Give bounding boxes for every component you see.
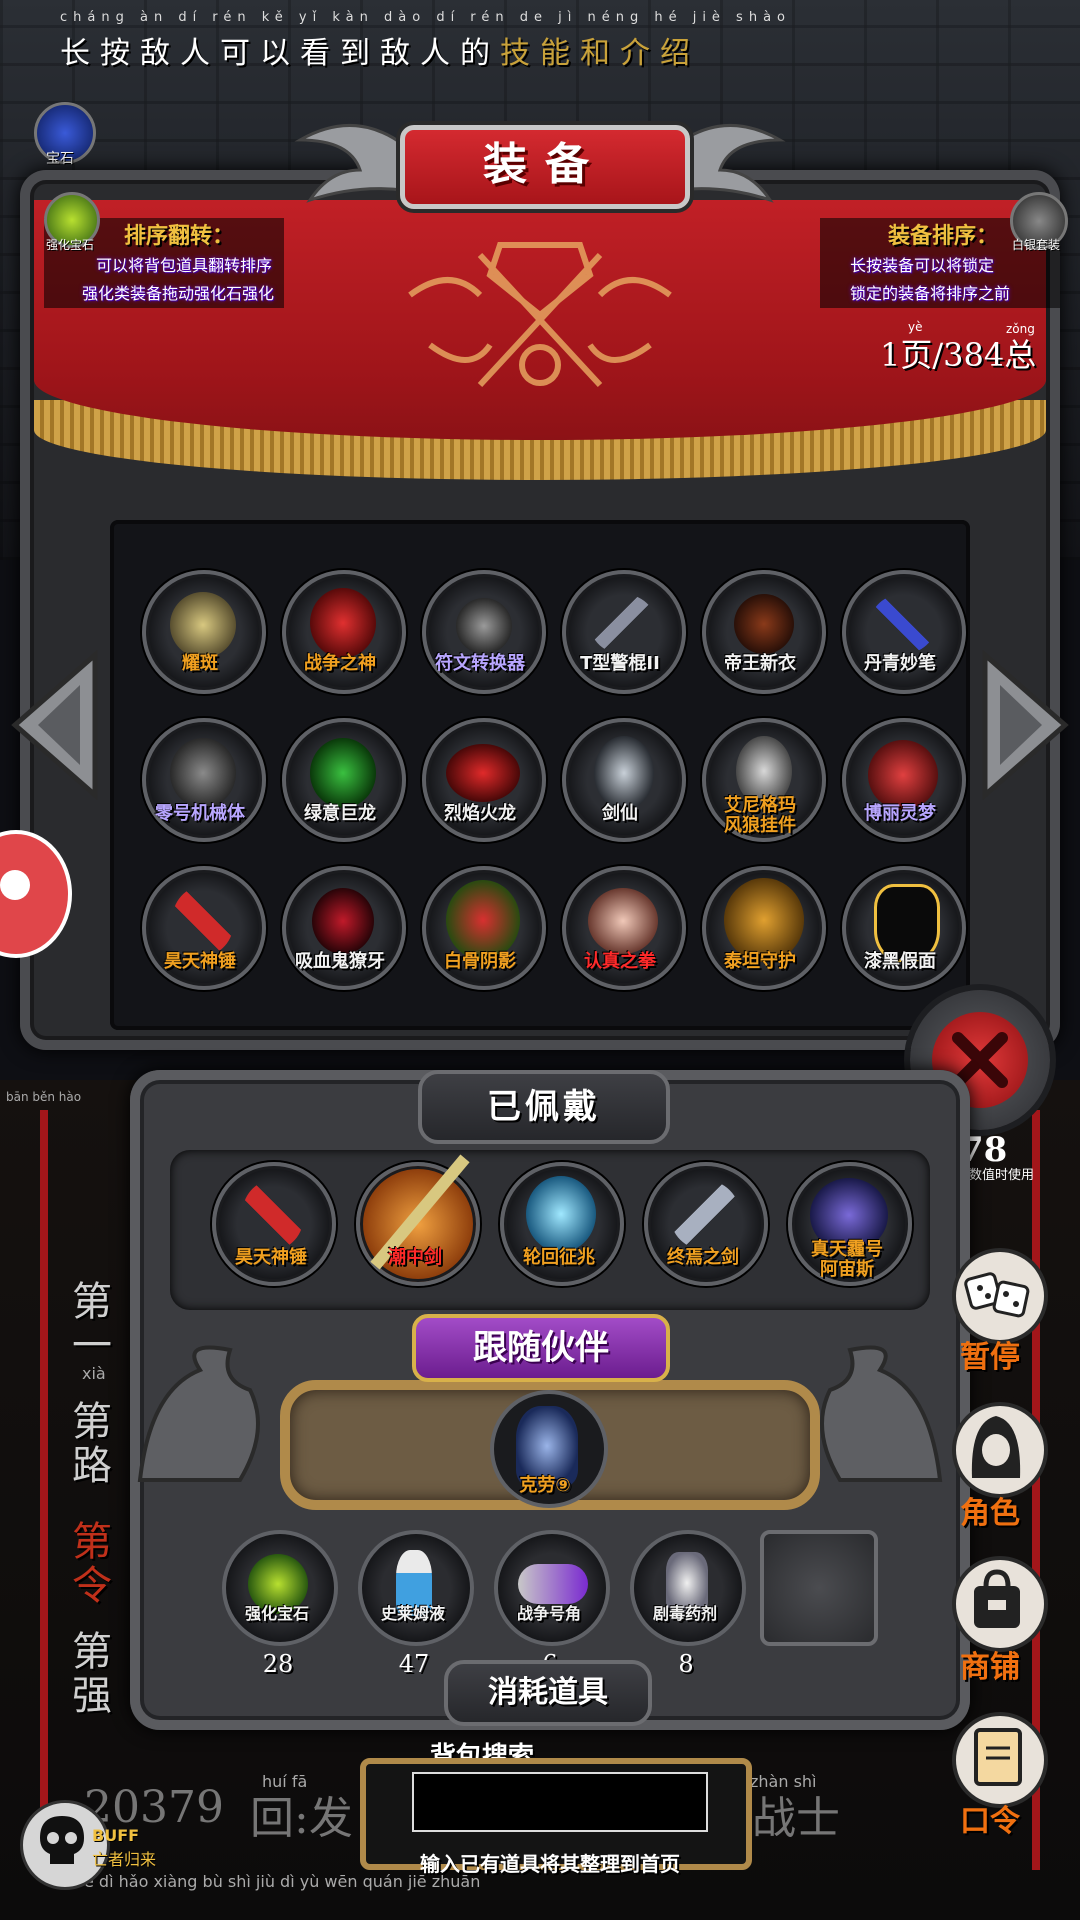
companion-name: 克劳⑨ <box>519 1475 571 1496</box>
inventory-item-name: 艾尼格玛 风狼挂件 <box>724 795 796 836</box>
search-input[interactable] <box>412 1772 708 1832</box>
search-hint: 输入已有道具将其整理到首页 <box>420 1852 680 1876</box>
pager-ruby-zong: zǒng <box>1006 322 1035 336</box>
bottom-reply: 回:发 <box>250 1793 353 1844</box>
consumable-count: 28 <box>262 1650 294 1678</box>
page-title: 装备 <box>483 139 607 190</box>
inventory-slot[interactable] <box>702 570 826 694</box>
consumable-slot[interactable] <box>358 1530 474 1646</box>
consumable-name: 史莱姆液 <box>380 1604 445 1623</box>
chapter-3[interactable]: 第令 <box>72 1520 120 1608</box>
chapter-1-ruby: xià <box>82 1364 106 1383</box>
equipped-title: 已佩戴 <box>418 1070 670 1144</box>
inventory-item-name: 烈焰火龙 <box>444 803 516 824</box>
consumable-name: 剧毒药剂 <box>652 1604 717 1623</box>
inventory-item-name: 吸血鬼獠牙 <box>295 951 385 972</box>
inventory-slot[interactable] <box>142 570 266 694</box>
shop-bag-icon <box>974 1569 1020 1628</box>
sort-flip-line1: 可以将背包道具翻转排序 <box>96 256 273 275</box>
profile-icon <box>0 870 30 900</box>
inventory-item-name: 昊天神锤 <box>164 951 236 972</box>
inventory-item-name: 零号机械体 <box>155 803 245 824</box>
role-label[interactable]: 角色 <box>940 1488 1040 1532</box>
gem-label: 宝石 <box>46 151 74 167</box>
enhance-gem-label: 强化宝石 <box>46 238 95 252</box>
bottom-warrior: 战士 <box>752 1793 840 1844</box>
tip-pinyin: cháng àn dí rén kě yǐ kàn dào dí rén de … <box>60 10 791 25</box>
chapter-pinyin: bān běn hào <box>6 1090 82 1104</box>
inventory-item-name: 漆黑假面 <box>864 951 936 972</box>
sort-flip-line2: 强化类装备拖动强化石强化 <box>82 284 275 303</box>
equipped-item-name: 真天霾号 阿宙斯 <box>811 1239 883 1280</box>
equipped-item-name: 轮回征兆 <box>523 1247 595 1268</box>
pager-ruby-ye: yè <box>908 320 923 334</box>
inventory-item-name: 耀斑 <box>182 653 218 674</box>
equipped-item-name: 昊天神锤 <box>235 1247 307 1268</box>
next-page-arrow[interactable] <box>980 650 1070 800</box>
tip-text: 长按敌人可以看到敌人的技能和介绍 <box>60 36 700 71</box>
left-red-strip <box>40 1110 48 1870</box>
equipped-item-name: 终焉之剑 <box>667 1247 739 1268</box>
shop-label[interactable]: 商铺 <box>940 1642 1040 1686</box>
inventory-item-name: 博丽灵梦 <box>864 803 936 824</box>
gargoyle-right <box>820 1345 943 1482</box>
consumable-slot[interactable] <box>630 1530 746 1646</box>
inventory-item-name: 绿意巨龙 <box>304 803 376 824</box>
skull-icon <box>40 1816 84 1864</box>
consumable-empty-slot[interactable] <box>760 1530 878 1646</box>
inventory-item-name: 剑仙 <box>602 803 638 824</box>
inventory-item-name: 战争之神 <box>304 653 376 674</box>
pause-label[interactable]: 暂停 <box>940 1332 1040 1376</box>
page-indicator: 1页/384总 <box>880 336 1037 374</box>
chapter-1[interactable]: 第一 <box>72 1280 120 1368</box>
hooded-character-icon <box>971 1416 1021 1478</box>
consumable-name: 强化宝石 <box>244 1604 309 1623</box>
sort-flip-heading[interactable]: 排序翻转： <box>124 218 234 250</box>
inventory-slot[interactable] <box>282 570 406 694</box>
consumable-name: 战争号角 <box>516 1604 581 1623</box>
code-label[interactable]: 口令 <box>940 1796 1040 1840</box>
sort-equip-heading[interactable]: 装备排序： <box>888 218 998 250</box>
buff-label: BUFF <box>92 1826 140 1845</box>
consumable-slot[interactable] <box>494 1530 610 1646</box>
chapter-2[interactable]: 第路 <box>72 1400 120 1488</box>
inventory-item-name: T型警棍II <box>580 653 660 674</box>
companion-title: 跟随伙伴 <box>412 1314 670 1382</box>
inventory-item-name: 帝王新衣 <box>724 653 796 674</box>
consumable-count: 47 <box>398 1650 430 1678</box>
inventory-item-name: 认真之拳 <box>584 951 656 972</box>
inventory-slot[interactable] <box>562 570 686 694</box>
gargoyle-left <box>137 1345 260 1482</box>
inventory-item-name: 白骨阴影 <box>444 951 516 972</box>
inventory-slot[interactable] <box>842 570 966 694</box>
dice-icon <box>964 1272 1030 1318</box>
crossed-swords-emblem <box>408 242 672 388</box>
prev-page-arrow[interactable] <box>10 650 100 800</box>
inventory-item-name: 丹青妙笔 <box>864 653 936 674</box>
consumable-count: 8 <box>678 1650 694 1678</box>
inventory-item-name: 符文转换器 <box>435 653 525 674</box>
inventory-slot[interactable] <box>422 570 546 694</box>
sort-equip-line2: 锁定的装备将排序之前 <box>850 284 1011 303</box>
inventory-item-name: 泰坦守护 <box>724 951 796 972</box>
book-icon <box>974 1728 1022 1786</box>
chapter-4[interactable]: 第强 <box>72 1630 120 1718</box>
buff-sub-label: 亡者归来 <box>92 1850 157 1869</box>
sort-equip-line1: 长按装备可以将锁定 <box>850 256 995 275</box>
consumables-title: 消耗道具 <box>444 1660 652 1726</box>
equipped-item-name: 潮中剑 <box>388 1247 442 1268</box>
silver-set-label: 白银套装 <box>1012 238 1061 252</box>
consumable-slot[interactable] <box>222 1530 338 1646</box>
